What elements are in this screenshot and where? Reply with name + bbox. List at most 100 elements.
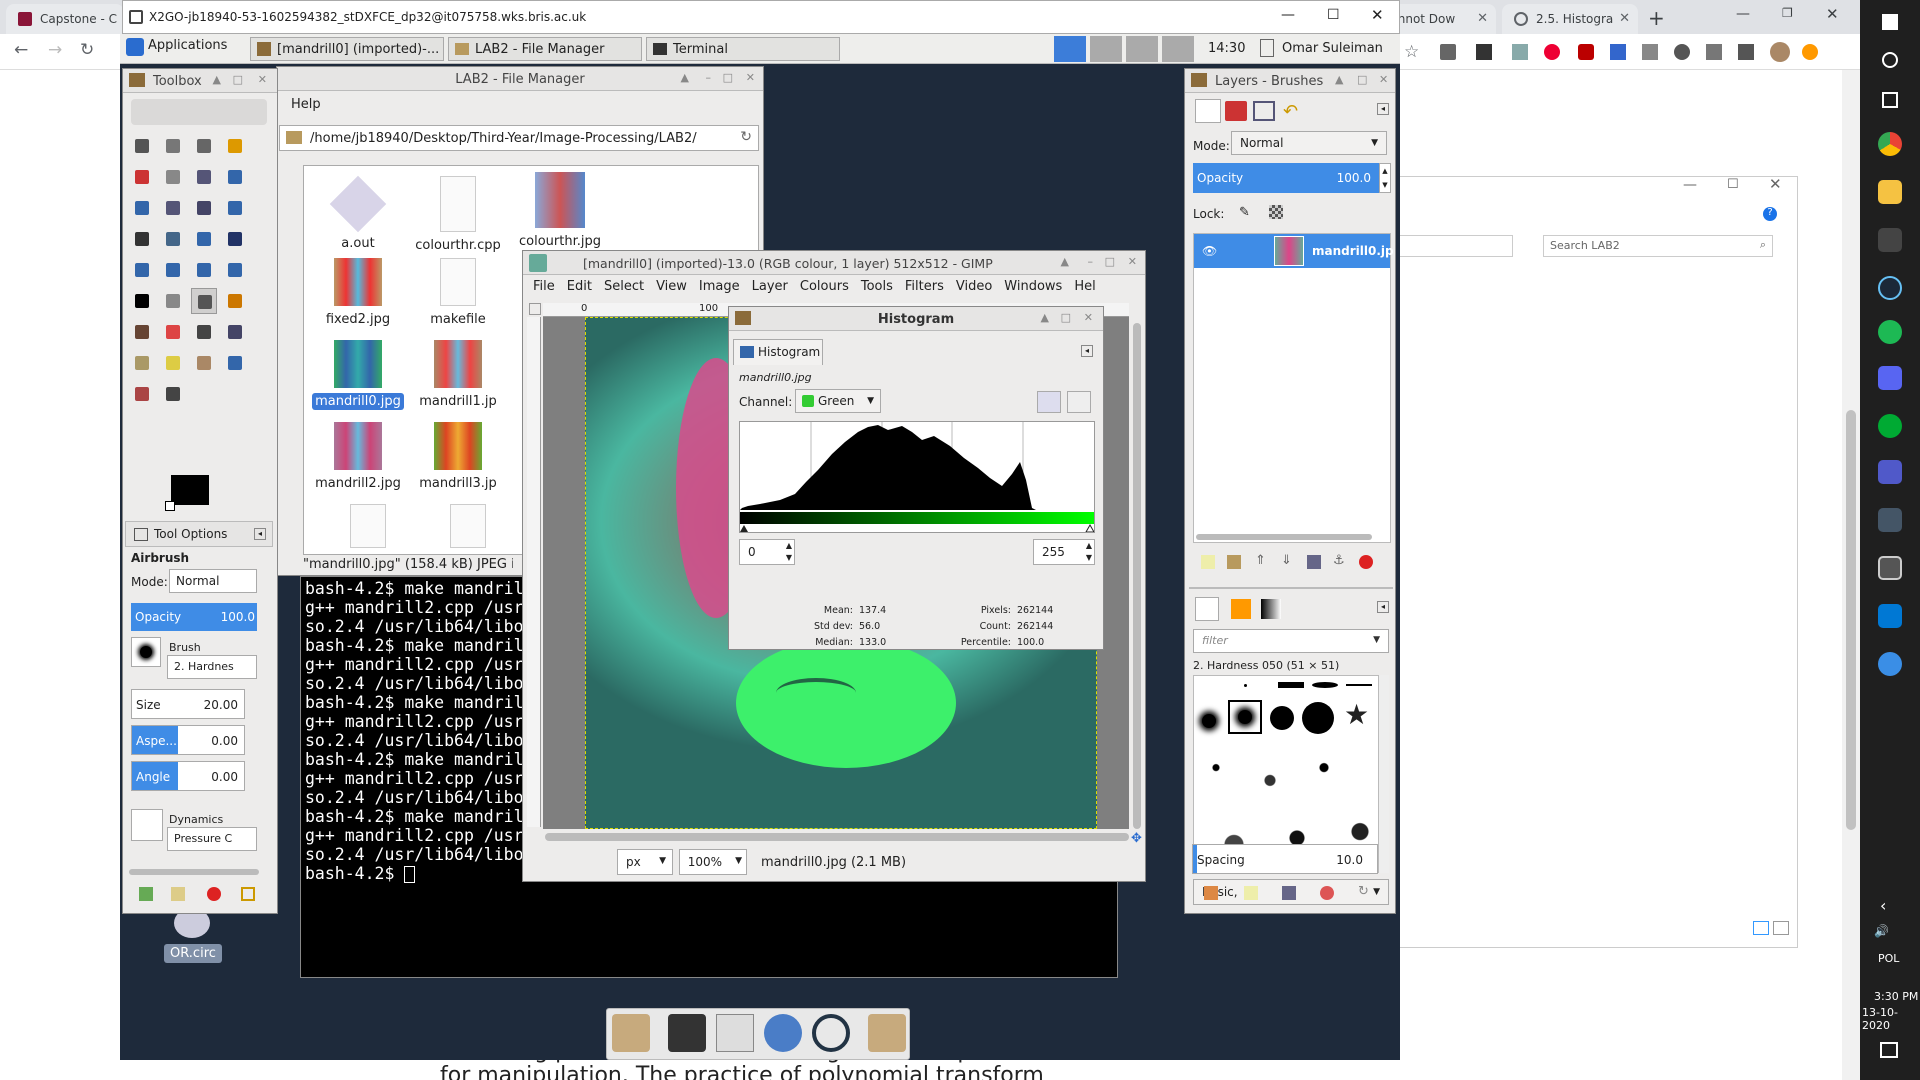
anchor-layer-icon[interactable]: ⚓	[1333, 553, 1345, 568]
tool-button-icon[interactable]	[160, 381, 186, 407]
lower-layer-icon[interactable]: ⇓	[1281, 553, 1292, 568]
duplicate-brush-icon[interactable]	[1282, 886, 1296, 900]
delete-options-icon[interactable]	[207, 887, 221, 901]
close-icon[interactable]: ✕	[1826, 5, 1839, 23]
tool-button-icon[interactable]	[222, 133, 248, 159]
taskbar-file-manager[interactable]: LAB2 - File Manager	[448, 37, 642, 61]
maximize-icon[interactable]: ☐	[1727, 177, 1739, 192]
text-editor-icon[interactable]	[716, 1014, 754, 1052]
refresh-brushes-icon[interactable]: ↻	[1358, 884, 1369, 899]
lock-pixels-icon[interactable]: ✎	[1239, 205, 1253, 221]
range-min-spinner[interactable]: 0 ▲ ▼	[739, 539, 795, 565]
store-icon[interactable]	[1878, 228, 1902, 252]
tool-button-icon[interactable]	[129, 381, 155, 407]
minimize-icon[interactable]: —	[1683, 177, 1697, 193]
file-item[interactable]: fixed2.jpg	[308, 258, 408, 327]
app-icon[interactable]	[1878, 508, 1902, 532]
tool-button-icon[interactable]	[129, 133, 155, 159]
spacing-slider[interactable]: Spacing 10.0	[1192, 844, 1378, 874]
tool-button-icon[interactable]	[160, 350, 186, 376]
tool-button-icon[interactable]	[191, 257, 217, 283]
tool-button-icon[interactable]	[160, 288, 186, 314]
close-icon[interactable]: ✕	[1769, 175, 1782, 193]
close-icon[interactable]: ✕	[1619, 11, 1630, 26]
tool-button-icon[interactable]	[160, 164, 186, 190]
dynamics-icon[interactable]	[131, 809, 163, 841]
minimize-icon[interactable]: □	[233, 73, 243, 86]
home-folder-icon[interactable]	[612, 1014, 650, 1052]
up-arrow-icon[interactable]: ▲	[681, 71, 689, 84]
file-explorer-icon[interactable]	[1878, 180, 1902, 204]
paths-tab-icon[interactable]	[1253, 101, 1275, 121]
teams-icon[interactable]	[1878, 460, 1902, 484]
close-icon[interactable]: ✕	[1128, 255, 1137, 268]
reset-options-icon[interactable]	[241, 887, 255, 901]
taskbar-terminal[interactable]: Terminal	[646, 37, 840, 61]
maximize-icon[interactable]: □	[723, 71, 733, 84]
tool-button-icon[interactable]	[191, 350, 217, 376]
spin-arrows-icon[interactable]: ▲ ▼	[1379, 163, 1391, 193]
up-arrow-icon[interactable]: ▲	[213, 73, 221, 86]
workspace-3[interactable]	[1126, 36, 1158, 62]
range-max-handle[interactable]	[1085, 523, 1094, 532]
discord-icon[interactable]	[1878, 366, 1902, 390]
file-item[interactable]: mandrill1.jp	[408, 340, 508, 409]
large-icons-view-icon[interactable]	[1773, 921, 1789, 935]
search-input[interactable]: Search LAB2 ⌕	[1543, 235, 1773, 257]
maximize-icon[interactable]: □	[1105, 255, 1115, 268]
up-arrow-icon[interactable]: ▲	[1335, 73, 1343, 86]
log-scale-button[interactable]	[1067, 391, 1091, 413]
tool-button-icon[interactable]	[222, 350, 248, 376]
menu-help[interactable]: Help	[291, 97, 321, 112]
file-item-selected[interactable]: mandrill0.jpg	[308, 340, 408, 410]
tab-histogram[interactable]: Histogram	[733, 339, 823, 365]
menu-item[interactable]: Video	[950, 279, 998, 294]
menu-item[interactable]: Colours	[794, 279, 855, 294]
tool-button-icon[interactable]	[160, 133, 186, 159]
puzzle-icon[interactable]	[1738, 44, 1754, 60]
tool-button-icon[interactable]	[160, 226, 186, 252]
workspace-2[interactable]	[1090, 36, 1122, 62]
brush-filter-input[interactable]: filter ▼	[1193, 629, 1389, 653]
language-indicator[interactable]: POL	[1878, 952, 1899, 965]
up-arrow-icon[interactable]: ▲	[1041, 311, 1049, 324]
tool-button-icon[interactable]	[160, 319, 186, 345]
close-icon[interactable]: ✕	[746, 71, 755, 84]
gradients-tab-icon[interactable]	[1261, 599, 1281, 619]
extension-icon[interactable]	[1476, 44, 1492, 60]
address-bar[interactable]	[1393, 235, 1513, 257]
horizontal-scrollbar[interactable]	[545, 833, 1129, 841]
workspace-4[interactable]	[1162, 36, 1194, 62]
layer-mode-select[interactable]: Normal ▼	[1231, 131, 1387, 155]
new-layer-group-icon[interactable]	[1227, 555, 1241, 569]
brush-item[interactable]	[1278, 682, 1304, 688]
volume-icon[interactable]: 🔊	[1874, 924, 1889, 938]
menu-item[interactable]: Tools	[855, 279, 899, 294]
new-brush-icon[interactable]	[1244, 886, 1258, 900]
avatar[interactable]	[1770, 42, 1790, 62]
tool-button-icon[interactable]	[129, 350, 155, 376]
layers-scrollbar[interactable]	[1196, 534, 1372, 540]
menu-item[interactable]: Edit	[561, 279, 598, 294]
channel-select[interactable]: Green ▼	[795, 389, 881, 413]
workspace-1[interactable]	[1054, 36, 1086, 62]
range-max-spinner[interactable]: 255 ▲ ▼	[1033, 539, 1095, 565]
taskbar-gimp[interactable]: [mandrill0] (imported)-...	[250, 37, 444, 61]
channels-tab-icon[interactable]	[1225, 101, 1247, 121]
lock-alpha-icon[interactable]	[1269, 205, 1283, 219]
tool-button-icon[interactable]	[129, 288, 155, 314]
duplicate-layer-icon[interactable]	[1307, 555, 1321, 569]
restore-icon[interactable]: ❐	[1782, 6, 1793, 20]
brush-field[interactable]: 2. Hardnes	[167, 655, 257, 679]
close-icon[interactable]: ✕	[1379, 73, 1388, 86]
chevron-left-icon[interactable]: ‹	[1880, 896, 1886, 915]
tool-button-icon[interactable]	[191, 164, 217, 190]
new-tab-button[interactable]: +	[1648, 6, 1665, 30]
layer-opacity-slider[interactable]: Opacity 100.0	[1193, 163, 1379, 193]
angle-slider[interactable]: Angle 0.00	[131, 761, 245, 791]
notifications-icon[interactable]	[1880, 1042, 1898, 1058]
new-layer-icon[interactable]	[1201, 555, 1215, 569]
file-item[interactable]: mandrill3.jp	[408, 422, 508, 491]
default-colors-icon[interactable]	[165, 501, 175, 511]
layers-tab-icon[interactable]	[1195, 99, 1221, 123]
